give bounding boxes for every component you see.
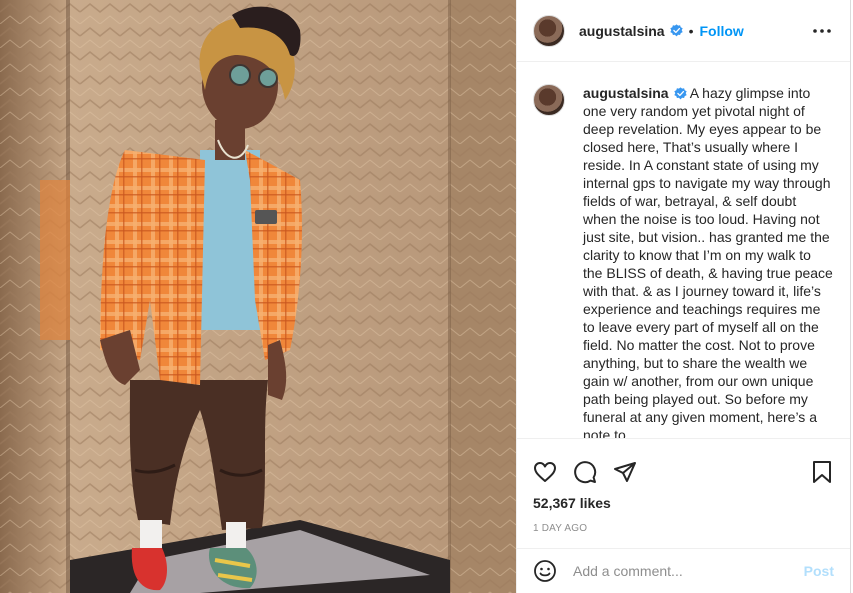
caption: augustalsina A hazy glimpse into one ver… <box>583 84 833 438</box>
separator-dot: • <box>688 22 694 39</box>
heart-icon[interactable] <box>533 460 557 484</box>
bookmark-icon[interactable] <box>810 460 834 484</box>
username-link[interactable]: augustalsina <box>579 23 665 39</box>
post-photo[interactable] <box>0 0 516 593</box>
post-timestamp[interactable]: 1 DAY AGO <box>517 511 850 534</box>
verified-badge-icon <box>673 87 687 100</box>
post-side-panel: augustalsina • Follow augustalsina A haz… <box>516 0 851 593</box>
comment-icon[interactable] <box>573 460 597 484</box>
caption-username-link[interactable]: augustalsina <box>583 85 669 101</box>
comment-form: Post <box>517 548 850 593</box>
post-comment-button[interactable]: Post <box>804 563 834 579</box>
follow-button[interactable]: Follow <box>700 23 744 39</box>
comment-input[interactable] <box>573 563 804 579</box>
caption-avatar[interactable] <box>533 84 565 116</box>
caption-text: A hazy glimpse into one very random yet … <box>583 85 833 438</box>
post-header: augustalsina • Follow <box>517 0 850 62</box>
more-options-icon[interactable] <box>810 19 834 43</box>
avatar[interactable] <box>533 14 565 47</box>
action-icons-row <box>517 439 850 491</box>
post-actions: 52,367 likes 1 DAY AGO <box>517 438 850 548</box>
share-icon[interactable] <box>613 460 637 484</box>
verified-badge-icon <box>669 24 683 37</box>
caption-scroll-area[interactable]: augustalsina A hazy glimpse into one ver… <box>517 62 850 438</box>
likes-count[interactable]: 52,367 likes <box>517 491 850 511</box>
emoji-icon[interactable] <box>533 559 557 583</box>
caption-row: augustalsina A hazy glimpse into one ver… <box>533 84 834 438</box>
